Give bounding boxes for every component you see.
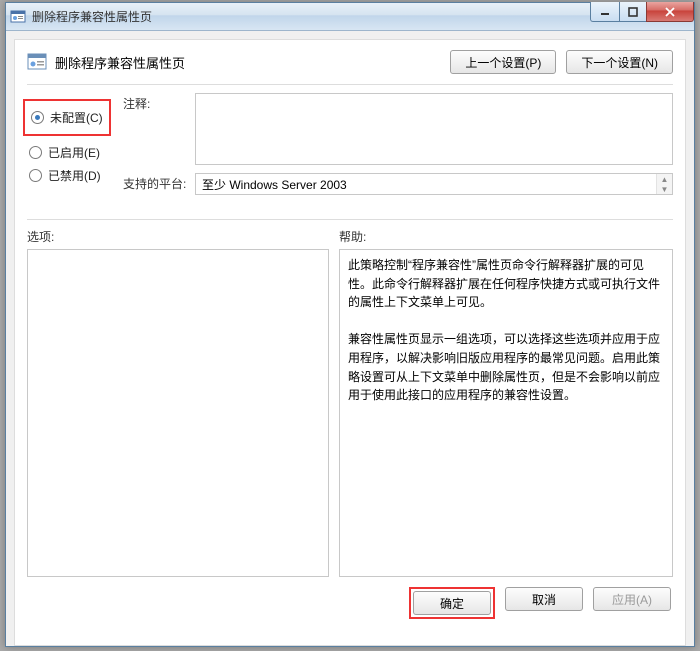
supported-platform-box: 至少 Windows Server 2003 ▲▼	[195, 173, 673, 195]
divider	[27, 84, 673, 85]
app-icon	[10, 9, 26, 25]
close-button[interactable]	[646, 2, 694, 22]
highlight-ok: 确定	[409, 587, 495, 619]
radio-label: 未配置(C)	[50, 109, 103, 126]
radio-icon	[31, 111, 44, 124]
help-paragraph: 兼容性属性页显示一组选项，可以选择这些选项并应用于应用程序，以解决影响旧版应用程…	[348, 330, 664, 404]
maximize-button[interactable]	[619, 2, 647, 22]
next-setting-button[interactable]: 下一个设置(N)	[566, 50, 673, 74]
help-paragraph: 此策略控制“程序兼容性”属性页命令行解释器扩展的可见性。此命令行解释器扩展在任何…	[348, 256, 664, 312]
radio-label: 已启用(E)	[48, 144, 100, 161]
apply-button[interactable]: 应用(A)	[593, 587, 671, 611]
platform-label: 支持的平台:	[123, 173, 195, 195]
cancel-button[interactable]: 取消	[505, 587, 583, 611]
header-row: 删除程序兼容性属性页 上一个设置(P) 下一个设置(N)	[27, 50, 673, 74]
radio-icon	[29, 146, 42, 159]
highlight-not-configured: 未配置(C)	[23, 99, 111, 136]
platform-value: 至少 Windows Server 2003	[202, 176, 347, 193]
notes-label: 注释:	[123, 93, 195, 165]
dialog-window: 删除程序兼容性属性页 删除程序兼容性属性页 上一个设置(P) 下一个设置(N)	[5, 2, 695, 647]
minimize-button[interactable]	[590, 2, 620, 22]
radio-icon	[29, 169, 42, 182]
notes-textarea[interactable]	[195, 93, 673, 165]
policy-icon	[27, 52, 47, 72]
divider	[27, 219, 673, 220]
dialog-footer: 确定 取消 应用(A)	[27, 577, 673, 631]
content-area: 删除程序兼容性属性页 上一个设置(P) 下一个设置(N) 未配置(C) 已启用(…	[14, 39, 686, 646]
options-label: 选项:	[27, 228, 339, 245]
radio-enabled[interactable]: 已启用(E)	[29, 144, 121, 161]
ok-button[interactable]: 确定	[413, 591, 491, 615]
help-panel: 此策略控制“程序兼容性”属性页命令行解释器扩展的可见性。此命令行解释器扩展在任何…	[339, 249, 673, 577]
titlebar[interactable]: 删除程序兼容性属性页	[6, 3, 694, 31]
radio-disabled[interactable]: 已禁用(D)	[29, 167, 121, 184]
prev-setting-button[interactable]: 上一个设置(P)	[450, 50, 556, 74]
radio-not-configured[interactable]: 未配置(C)	[31, 109, 103, 126]
scroll-buttons[interactable]: ▲▼	[656, 174, 672, 194]
state-radios: 未配置(C) 已启用(E) 已禁用(D)	[27, 93, 123, 203]
options-panel	[27, 249, 329, 577]
window-controls	[591, 2, 694, 22]
help-label: 帮助:	[339, 228, 366, 245]
radio-label: 已禁用(D)	[48, 167, 101, 184]
page-title: 删除程序兼容性属性页	[55, 53, 185, 72]
